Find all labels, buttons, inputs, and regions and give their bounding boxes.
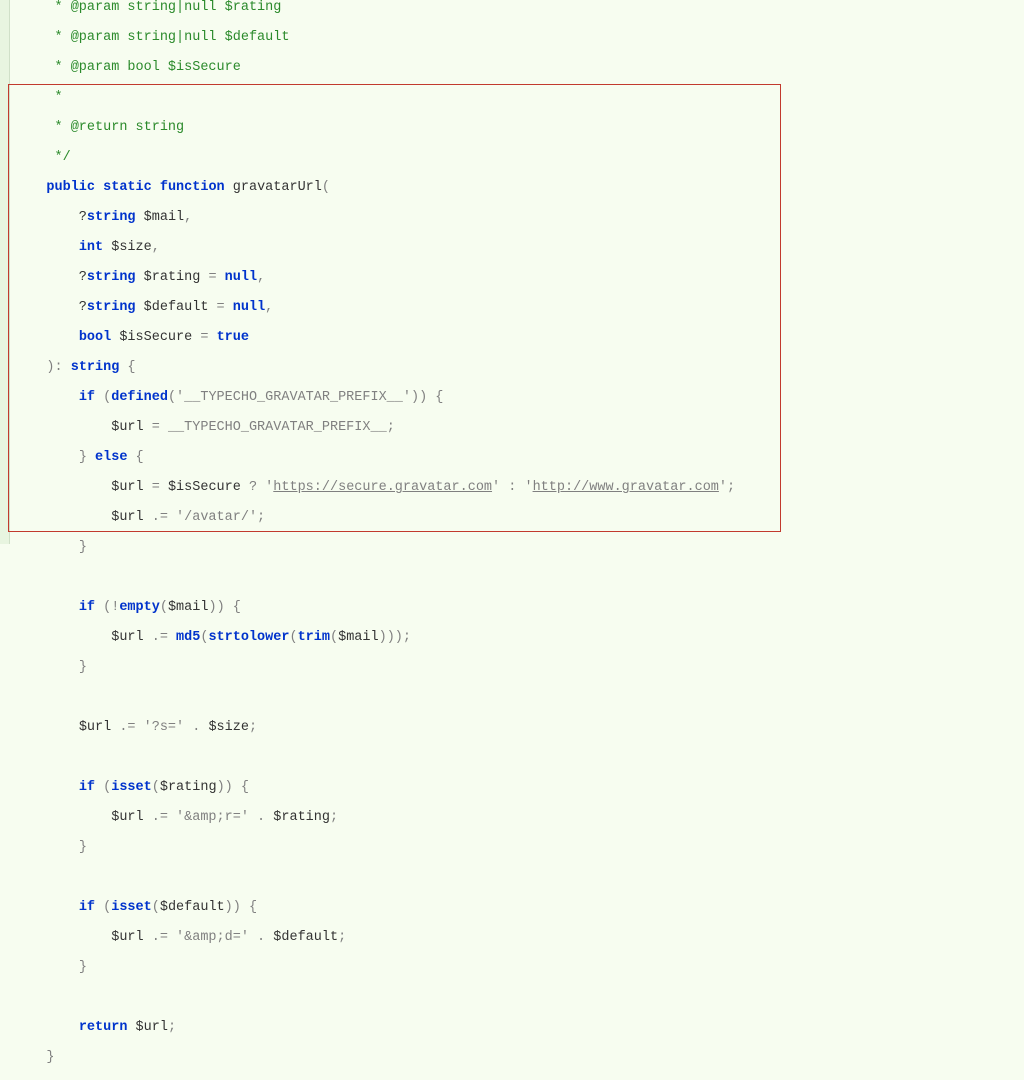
return-line: return $url;	[14, 1020, 1024, 1035]
blank-line	[14, 990, 1024, 1005]
close-brace: }	[14, 660, 1024, 675]
docblock-line: * @param string|null $rating	[14, 0, 1024, 15]
assign-line: $url = __TYPECHO_GRAVATAR_PREFIX__;	[14, 420, 1024, 435]
blank-line	[14, 750, 1024, 765]
close-brace: }	[14, 1050, 1024, 1065]
docblock-line: * @param bool $isSecure	[14, 60, 1024, 75]
code-editor[interactable]: * @param string|null $rating * @param st…	[10, 0, 1024, 544]
close-brace: }	[14, 540, 1024, 555]
if-line: if (!empty($mail)) {	[14, 600, 1024, 615]
docblock-line: * @return string	[14, 120, 1024, 135]
docblock-line: *	[14, 90, 1024, 105]
assign-line: $url .= '/avatar/';	[14, 510, 1024, 525]
function-signature-close: ): string {	[14, 360, 1024, 375]
assign-line: $url = $isSecure ? 'https://secure.grava…	[14, 480, 1024, 495]
function-signature: public static function gravatarUrl(	[14, 180, 1024, 195]
assign-line: $url .= '&amp;d=' . $default;	[14, 930, 1024, 945]
line-number-gutter	[0, 0, 10, 544]
docblock-line: * @param string|null $default	[14, 30, 1024, 45]
param-line: bool $isSecure = true	[14, 330, 1024, 345]
blank-line	[14, 570, 1024, 585]
param-line: ?string $mail,	[14, 210, 1024, 225]
else-line: } else {	[14, 450, 1024, 465]
if-line: if (isset($rating)) {	[14, 780, 1024, 795]
param-line: int $size,	[14, 240, 1024, 255]
if-line: if (isset($default)) {	[14, 900, 1024, 915]
param-line: ?string $rating = null,	[14, 270, 1024, 285]
close-brace: }	[14, 840, 1024, 855]
param-line: ?string $default = null,	[14, 300, 1024, 315]
assign-line: $url .= '?s=' . $size;	[14, 720, 1024, 735]
assign-line: $url .= md5(strtolower(trim($mail)));	[14, 630, 1024, 645]
blank-line	[14, 870, 1024, 885]
if-line: if (defined('__TYPECHO_GRAVATAR_PREFIX__…	[14, 390, 1024, 405]
blank-line	[14, 690, 1024, 705]
close-brace: }	[14, 960, 1024, 975]
docblock-line: */	[14, 150, 1024, 165]
assign-line: $url .= '&amp;r=' . $rating;	[14, 810, 1024, 825]
